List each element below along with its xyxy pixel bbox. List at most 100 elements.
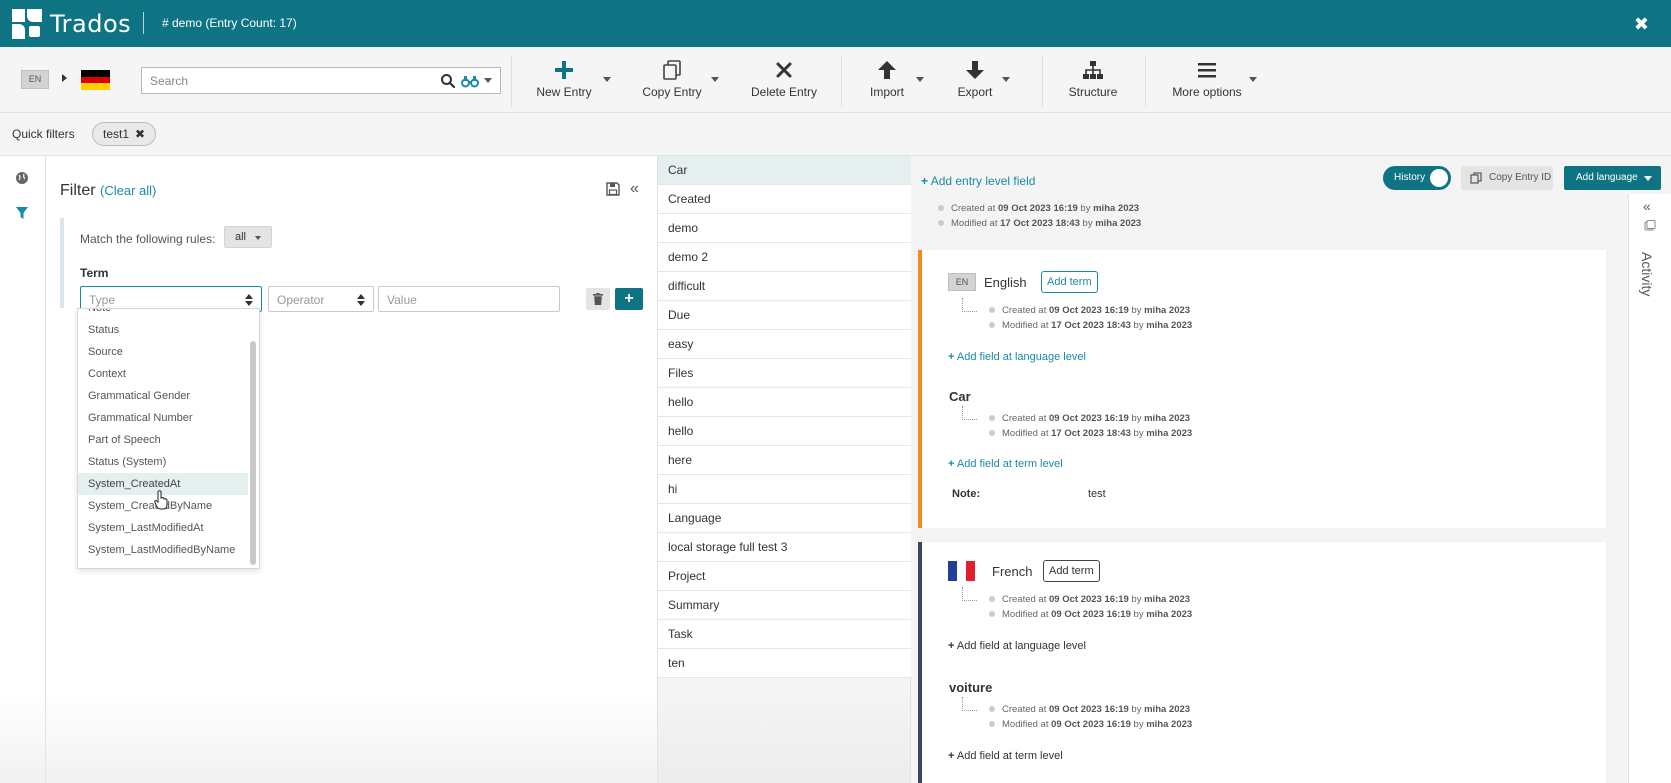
match-mode-value: all <box>235 231 247 243</box>
bullet-icon <box>989 596 995 603</box>
entry-list-item[interactable]: hello <box>658 388 911 417</box>
more-options-chevron-down-icon[interactable] <box>1249 77 1257 82</box>
quick-filter-chip[interactable]: test1 ✖ <box>92 122 157 146</box>
operator-select[interactable]: Operator <box>268 286 374 312</box>
arrow-up-icon <box>878 61 896 79</box>
save-icon[interactable] <box>606 182 620 196</box>
clear-all-link[interactable]: (Clear all) <box>100 183 156 198</box>
bullet-icon <box>989 307 995 314</box>
entry-list-item[interactable]: easy <box>658 330 911 359</box>
source-language-badge[interactable]: EN <box>21 70 49 89</box>
entry-list-item[interactable]: Task <box>658 620 911 649</box>
value-input[interactable] <box>387 291 547 309</box>
entry-list-item[interactable]: Summary <box>658 591 911 620</box>
sort-arrows-icon <box>357 294 365 306</box>
search-icon[interactable] <box>440 73 456 89</box>
search-input[interactable] <box>150 72 430 90</box>
type-option[interactable]: Status <box>78 319 248 341</box>
expand-activity-icon[interactable]: « <box>1643 198 1651 214</box>
globe-icon[interactable] <box>15 171 29 185</box>
collapse-panel-icon[interactable]: « <box>630 180 639 198</box>
add-language-field-link[interactable]: + Add field at language level <box>948 640 1086 652</box>
type-option[interactable]: Part of Speech <box>78 429 248 451</box>
remove-chip-close-icon[interactable]: ✖ <box>135 123 145 145</box>
operator-placeholder: Operator <box>277 293 325 307</box>
type-option[interactable]: Note <box>78 309 248 319</box>
entry-list-item[interactable]: here <box>658 446 911 475</box>
copy-entry-id-button[interactable]: Copy Entry ID <box>1461 166 1553 190</box>
toolbar-divider <box>1145 55 1146 107</box>
delete-rule-button[interactable] <box>586 288 610 310</box>
language-name: French <box>992 564 1033 579</box>
search-options-chevron-down-icon[interactable] <box>484 78 492 83</box>
entry-list-item[interactable]: hi <box>658 475 911 504</box>
entry-list-item[interactable]: demo 2 <box>658 243 911 272</box>
match-rules-label: Match the following rules: <box>80 232 216 246</box>
entry-list-item[interactable]: hello <box>658 417 911 446</box>
activity-label: Activity <box>1639 252 1655 297</box>
entry-list-item[interactable]: difficult <box>658 272 911 301</box>
type-option[interactable]: Context <box>78 363 248 385</box>
toolbar-divider <box>1042 55 1043 107</box>
binoculars-icon[interactable] <box>461 73 479 89</box>
add-entry-level-field-link[interactable]: + Add entry level field <box>921 174 1035 188</box>
add-language-label: Add language <box>1576 172 1638 183</box>
language-card-english: EN English Add term Created at 09 Oct 20… <box>918 250 1606 528</box>
match-mode-select[interactable]: all <box>224 226 272 248</box>
entry-list-item[interactable]: Project <box>658 562 911 591</box>
add-entry-level-field-label: Add entry level field <box>930 174 1036 188</box>
new-entry-label: New Entry <box>536 85 592 99</box>
bullet-icon <box>989 430 995 437</box>
export-chevron-down-icon[interactable] <box>1002 77 1010 82</box>
new-entry-button[interactable]: New Entry <box>532 55 596 107</box>
entry-created-meta: Created at 09 Oct 2023 16:19 by miha 202… <box>938 203 1139 214</box>
type-option[interactable]: Grammatical Gender <box>78 385 248 407</box>
structure-button[interactable]: Structure <box>1065 55 1121 107</box>
close-icon[interactable]: ✖ <box>1634 14 1649 35</box>
add-rule-button[interactable]: + <box>615 288 643 310</box>
entry-list-item[interactable]: demo <box>658 214 911 243</box>
new-entry-chevron-down-icon[interactable] <box>603 77 611 82</box>
bullet-icon <box>989 415 995 422</box>
type-option[interactable]: System_LastModifiedAt <box>78 517 248 539</box>
trados-logo: Trados <box>12 8 131 40</box>
import-label: Import <box>869 85 904 99</box>
filter-icon[interactable] <box>15 206 29 220</box>
activity-rail[interactable]: « Activity <box>1628 194 1671 783</box>
type-option[interactable]: Grammatical Number <box>78 407 248 429</box>
plus-icon: + <box>948 640 955 652</box>
export-button[interactable]: Export <box>955 55 995 107</box>
entry-list-item[interactable]: Files <box>658 359 911 388</box>
import-button[interactable]: Import <box>867 55 907 107</box>
import-chevron-down-icon[interactable] <box>916 77 924 82</box>
dropdown-scrollbar[interactable] <box>250 341 256 565</box>
left-rail <box>0 156 46 783</box>
copy-entry-chevron-down-icon[interactable] <box>711 77 719 82</box>
type-option[interactable]: Status (System) <box>78 451 248 473</box>
entry-list-item[interactable]: Created <box>658 185 911 214</box>
germany-flag-icon[interactable] <box>81 70 110 91</box>
more-options-button[interactable]: More options <box>1172 55 1242 107</box>
history-label: History <box>1394 172 1426 183</box>
entry-list-item[interactable]: Car <box>658 156 911 185</box>
entry-detail-pane: + Add entry level field History Copy Ent… <box>911 156 1671 783</box>
add-term-button[interactable]: Add term <box>1041 271 1098 293</box>
entry-list-item[interactable]: Due <box>658 301 911 330</box>
entry-list-item[interactable]: Language <box>658 504 911 533</box>
type-option[interactable]: System_LastModifiedByName <box>78 539 248 561</box>
copy-entry-button[interactable]: Copy Entry <box>641 55 703 107</box>
add-term-field-link[interactable]: + Add field at term level <box>948 458 1063 470</box>
entry-list-item[interactable]: ten <box>658 649 911 678</box>
type-option[interactable]: Source <box>78 341 248 363</box>
add-term-button[interactable]: Add term <box>1043 560 1100 582</box>
add-language-button[interactable]: Add language <box>1564 166 1661 190</box>
language-created-meta: Created at 09 Oct 2023 16:19 by miha 202… <box>989 305 1190 316</box>
note-value: test <box>1088 488 1106 500</box>
add-term-field-link[interactable]: + Add field at term level <box>948 750 1063 762</box>
bullet-icon <box>989 322 995 329</box>
entry-list-item[interactable]: local storage full test 3 <box>658 533 911 562</box>
tree-connector <box>962 298 977 312</box>
delete-entry-button[interactable]: Delete Entry <box>750 55 818 107</box>
add-language-field-link[interactable]: + Add field at language level <box>948 351 1086 363</box>
history-toggle[interactable]: History <box>1383 166 1451 190</box>
